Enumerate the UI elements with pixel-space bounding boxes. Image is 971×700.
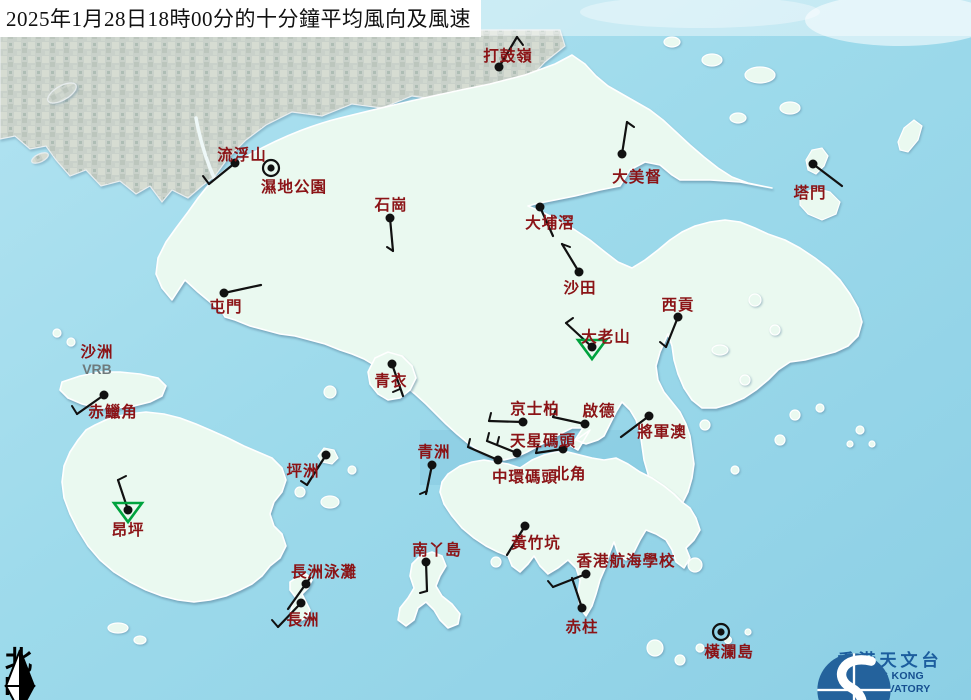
station-labels-layer: 打鼓嶺流浮山濕地公園石崗屯門 大美督塔門大埔滘沙田西貢大老山沙洲VRB 赤鱲角 青衣坪…	[0, 0, 971, 700]
north-arrow: 北 N	[3, 649, 43, 698]
station-label: 青洲	[417, 440, 450, 462]
north-arrow-icon	[3, 649, 37, 700]
station-label: 長洲泳灘	[291, 560, 357, 582]
hko-logo: 香港天文台 HONG KONG OBSERVATORY	[815, 651, 965, 696]
station-label: 大美督	[612, 165, 662, 187]
station-label: 坪洲	[286, 459, 319, 481]
station-label: 打鼓嶺	[483, 44, 533, 66]
map-title: 2025年1月28日18時00分的十分鐘平均風向及風速	[0, 0, 481, 37]
station-label: 青衣	[374, 369, 407, 391]
hko-logo-icon	[815, 651, 893, 700]
station-label: 屯門	[209, 295, 242, 317]
station-label: 赤柱	[565, 615, 598, 637]
station-label: 啟德	[582, 399, 615, 421]
station-label: 長洲	[286, 608, 319, 630]
station-label: 赤鱲角	[88, 400, 138, 422]
station-label: 流浮山	[217, 143, 267, 165]
station-label: 黃竹坑	[511, 531, 561, 553]
station-label: 天星碼頭	[510, 429, 576, 451]
station-label: 大埔滘	[525, 211, 575, 233]
station-label: 塔門	[793, 181, 826, 203]
station-label: 北角	[553, 462, 586, 484]
station-label: 濕地公園	[261, 175, 327, 197]
station-note-vrb: VRB	[82, 361, 112, 377]
station-label: 石崗	[374, 193, 407, 215]
station-label: 橫瀾島	[704, 640, 754, 662]
station-label: 沙洲	[80, 340, 113, 362]
station-label: 西貢	[661, 293, 694, 315]
station-label: 沙田	[563, 276, 596, 298]
station-label: 大老山	[581, 325, 631, 347]
station-label: 京士柏	[510, 397, 560, 419]
station-label: 中環碼頭	[492, 465, 558, 487]
station-label: 南丫島	[412, 538, 462, 560]
station-label: 香港航海學校	[576, 549, 675, 571]
station-label: 昂坪	[111, 518, 144, 540]
wind-map: 打鼓嶺流浮山濕地公園石崗屯門 大美督塔門大埔滘沙田西貢大老山沙洲VRB 赤鱲角 青衣坪…	[0, 0, 971, 700]
station-label: 將軍澳	[637, 420, 687, 442]
